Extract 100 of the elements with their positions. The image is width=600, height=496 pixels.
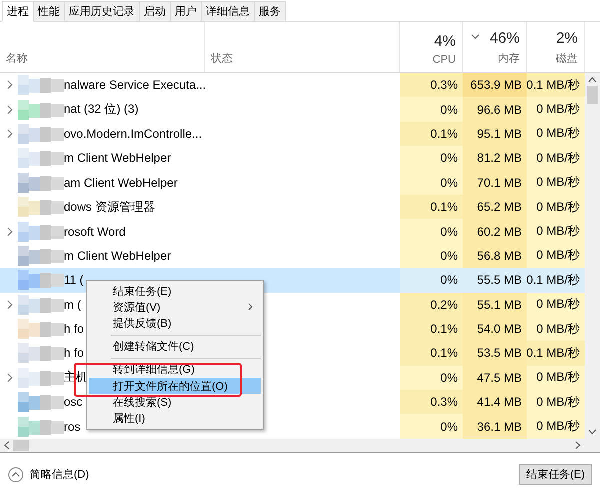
tab[interactable]: 启动 — [139, 1, 171, 21]
disk-value: 0 MB/秒 — [536, 247, 580, 264]
disk-value: 0.1 MB/秒 — [526, 344, 580, 362]
disk-value: 0 MB/秒 — [536, 418, 580, 436]
menu-item[interactable]: 资源值(V) — [89, 299, 261, 316]
pixelated-icon — [18, 270, 64, 290]
chevron-icon[interactable] — [6, 80, 14, 90]
menu-item[interactable]: 属性(I) — [89, 410, 261, 426]
process-row[interactable]: nat (32 位) (3) 0% 96.6 MB 0 MB/秒 — [0, 97, 585, 122]
disk-value: 0 MB/秒 — [536, 296, 580, 314]
pixelated-icon — [18, 392, 64, 412]
process-name: nalware Service Executa... — [64, 78, 206, 92]
chevron-icon[interactable] — [6, 226, 14, 237]
process-name: nat (32 位) (3) — [64, 101, 139, 118]
memory-value: 60.2 MB — [477, 224, 522, 239]
chevron-icon[interactable] — [6, 372, 14, 383]
scroll-thumb[interactable] — [13, 440, 29, 451]
tab[interactable]: 用户 — [170, 1, 202, 21]
memory-value: 55.1 MB — [477, 298, 522, 312]
disk-value: 0.1 MB/秒 — [526, 76, 580, 94]
cpu-value: 0% — [440, 224, 458, 239]
process-name: h fo — [64, 346, 84, 360]
process-row[interactable]: m Client WebHelper 0% 56.8 MB 0 MB/秒 — [0, 244, 585, 268]
cpu-value: 0.2% — [430, 298, 458, 312]
disk-value: 0 MB/秒 — [536, 223, 580, 240]
memory-value: 65.2 MB — [477, 200, 522, 214]
cpu-value: 0% — [440, 370, 458, 385]
cpu-value: 0.1% — [430, 200, 458, 214]
column-header[interactable]: 名称 — [6, 51, 28, 66]
cpu-value: 0% — [440, 248, 458, 263]
cpu-value: 0% — [440, 420, 458, 434]
disk-value: 0 MB/秒 — [536, 198, 580, 216]
menu-item[interactable]: 在线搜索(S) — [89, 394, 261, 410]
column-header[interactable]: CPU — [432, 54, 456, 66]
pixelated-icon — [18, 319, 64, 340]
cpu-value: 0.1% — [430, 346, 458, 360]
disk-value: 0 MB/秒 — [536, 369, 580, 386]
process-name: am Client WebHelper — [64, 176, 178, 190]
tab[interactable]: 应用历史记录 — [64, 1, 140, 21]
cpu-value: 0.1% — [430, 322, 458, 336]
disk-value: 0 MB/秒 — [536, 125, 580, 142]
end-task-button[interactable]: 结束任务(E) — [519, 464, 592, 485]
process-row[interactable]: ovo.Modern.ImControlle... 0.1% 95.1 MB 0 MB/秒 — [0, 122, 585, 146]
disk-value: 0.1 MB/秒 — [526, 272, 580, 289]
tab[interactable]: 性能 — [33, 1, 65, 21]
column-header[interactable]: 状态 — [211, 51, 233, 66]
menu-item[interactable]: 打开文件所在的位置(O) — [89, 378, 261, 394]
pixelated-icon — [18, 368, 64, 388]
disk-value: 0 MB/秒 — [536, 320, 580, 338]
process-row[interactable]: am Client WebHelper 0% 70.1 MB 0 MB/秒 — [0, 170, 585, 195]
usage-percent: 46% — [490, 30, 520, 47]
tab[interactable]: 服务 — [254, 1, 286, 21]
memory-value: 653.9 MB — [470, 78, 522, 92]
details-toggle[interactable]: 简略信息(D) — [8, 466, 90, 482]
process-name: m Client WebHelper — [64, 248, 172, 263]
memory-value: 54.0 MB — [477, 322, 522, 336]
tab[interactable]: 进程 — [2, 1, 34, 22]
memory-value: 41.4 MB — [477, 395, 522, 410]
pixelated-icon — [18, 294, 64, 315]
process-row[interactable]: dows 资源管理器 0.1% 65.2 MB 0 MB/秒 — [0, 194, 585, 220]
tab[interactable]: 详细信息 — [201, 1, 255, 21]
process-row[interactable]: nalware Service Executa... 0.3% 653.9 MB 0.1 MB/秒 — [0, 73, 585, 98]
pixelated-icon — [18, 75, 64, 96]
cpu-value: 0.3% — [430, 395, 458, 410]
column-header[interactable]: 磁盘 — [556, 51, 578, 66]
pixelated-icon — [18, 172, 64, 193]
chevron-icon[interactable] — [6, 104, 14, 115]
memory-value: 95.1 MB — [477, 126, 522, 141]
pixelated-icon — [18, 100, 64, 120]
chevron-icon[interactable] — [6, 128, 14, 139]
process-name: rosoft Word — [64, 224, 126, 239]
memory-value: 96.6 MB — [477, 102, 522, 117]
pixelated-icon — [18, 124, 64, 144]
pixelated-icon — [18, 416, 64, 437]
process-name: 11 ( — [64, 273, 84, 288]
disk-value: 0 MB/秒 — [536, 150, 580, 167]
horizontal-scrollbar[interactable] — [0, 439, 600, 453]
cpu-value: 0.3% — [430, 78, 458, 92]
scroll-thumb[interactable] — [587, 86, 598, 104]
cpu-value: 0% — [440, 273, 458, 288]
pixelated-icon — [18, 148, 64, 168]
column-header[interactable]: 内存 — [498, 51, 520, 66]
chevron-icon[interactable] — [6, 300, 14, 310]
memory-value: 55.5 MB — [477, 273, 522, 288]
disk-value: 0 MB/秒 — [536, 394, 580, 411]
memory-value: 81.2 MB — [477, 151, 522, 166]
process-name: ovo.Modern.ImControlle... — [64, 126, 202, 141]
menu-item[interactable]: 提供反馈(B) — [89, 315, 261, 332]
process-name: m Client WebHelper — [64, 151, 172, 166]
menu-item[interactable]: 创建转储文件(C) — [89, 338, 261, 355]
process-row[interactable]: m Client WebHelper 0% 81.2 MB 0 MB/秒 — [0, 146, 585, 171]
cpu-value: 0% — [440, 102, 458, 117]
collapse-icon[interactable] — [8, 466, 24, 482]
pixelated-icon — [18, 197, 64, 218]
process-row[interactable]: rosoft Word 0% 60.2 MB 0 MB/秒 — [0, 219, 585, 244]
pixelated-icon — [18, 246, 64, 266]
memory-value: 53.5 MB — [477, 346, 522, 360]
cpu-value: 0% — [440, 176, 458, 190]
vertical-scrollbar[interactable] — [585, 73, 600, 439]
process-name: h fo — [64, 322, 84, 336]
